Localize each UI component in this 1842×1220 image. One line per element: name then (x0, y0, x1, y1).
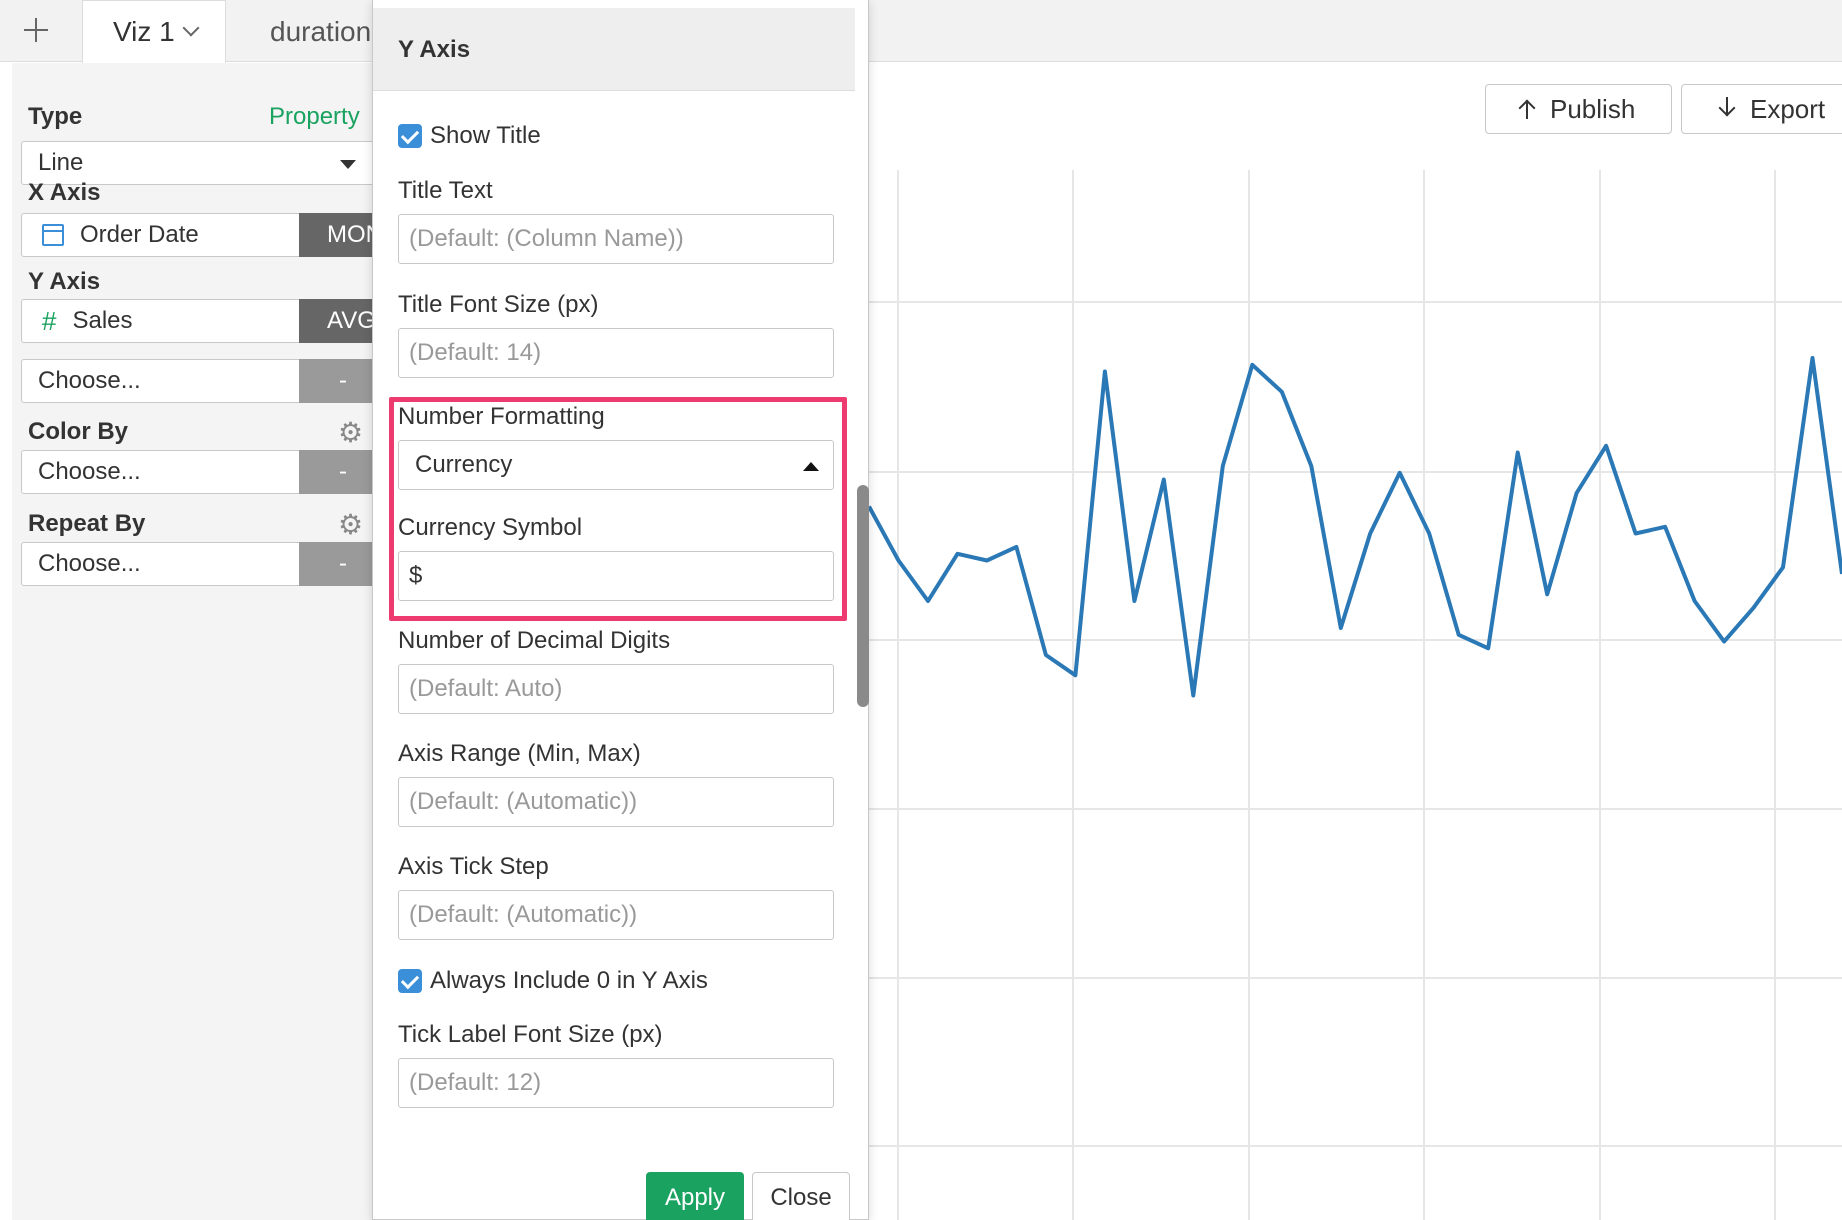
x-axis-label: X Axis (28, 179, 101, 206)
popover-header: Y Axis (373, 8, 855, 91)
y-axis-label: Y Axis (28, 268, 101, 295)
number-formatting-label: Number Formatting (398, 403, 605, 430)
export-button[interactable]: Export (1681, 84, 1842, 134)
series-line (867, 356, 1842, 698)
checkbox-checked-icon[interactable] (398, 124, 422, 148)
currency-symbol-input[interactable] (398, 551, 834, 601)
axis-range-input[interactable] (398, 777, 834, 827)
close-button[interactable]: Close (752, 1172, 850, 1220)
publish-button[interactable]: Publish (1485, 84, 1672, 134)
plus-icon[interactable] (20, 14, 52, 46)
tick-label-font-size-label: Tick Label Font Size (px) (398, 1021, 663, 1048)
repeat-by-label: Repeat By (28, 510, 146, 537)
repeat-by-field[interactable]: Choose... - (21, 542, 389, 586)
decimal-digits-input[interactable] (398, 664, 834, 714)
axis-range-label: Axis Range (Min, Max) (398, 740, 641, 767)
caret-up-icon (803, 462, 819, 471)
title-text-label: Title Text (398, 177, 493, 204)
number-formatting-select[interactable]: Currency (398, 440, 834, 490)
title-font-size-input[interactable] (398, 328, 834, 378)
gear-icon[interactable]: ⚙ (338, 508, 363, 541)
number-formatting-value: Currency (415, 451, 513, 478)
title-text-input[interactable] (398, 214, 834, 264)
x-axis-field[interactable]: Order Date MON (21, 213, 389, 257)
include-zero-checkbox[interactable]: Always Include 0 in Y Axis (398, 967, 708, 995)
hash-icon: # (42, 305, 57, 336)
color-by-value: Choose... (38, 458, 141, 485)
repeat-by-value: Choose... (38, 550, 141, 577)
tab-label: Viz 1 (113, 16, 175, 47)
tab-viz-1[interactable]: Viz 1 (82, 0, 226, 63)
show-title-label: Show Title (430, 122, 541, 149)
color-by-label: Color By (28, 418, 129, 445)
title-font-size-label: Title Font Size (px) (398, 291, 599, 318)
upload-icon (1516, 97, 1538, 121)
y2-field-placeholder: Choose... (38, 367, 141, 394)
chart-config-panel: Type Property Line X Axis Order Date MON… (12, 63, 389, 1220)
calendar-icon (42, 224, 64, 246)
tab-label: duration (270, 15, 372, 47)
y2-axis-field[interactable]: Choose... - (21, 359, 389, 403)
include-zero-label: Always Include 0 in Y Axis (430, 967, 708, 994)
popover-title: Y Axis (398, 36, 471, 63)
property-link[interactable]: Property (269, 103, 360, 131)
y-axis-field[interactable]: # Sales AVG (21, 299, 389, 343)
type-value: Line (38, 149, 84, 176)
scrollbar[interactable] (857, 485, 869, 707)
tab-bar: Viz 1 duration (0, 0, 1842, 63)
line-chart (860, 170, 1842, 1220)
tick-label-font-size-input[interactable] (398, 1058, 834, 1108)
caret-down-icon (340, 160, 356, 169)
axis-tick-step-input[interactable] (398, 890, 834, 940)
show-title-checkbox[interactable]: Show Title (398, 122, 541, 150)
gear-icon[interactable]: ⚙ (338, 416, 363, 449)
currency-symbol-label: Currency Symbol (398, 514, 583, 541)
axis-tick-step-label: Axis Tick Step (398, 853, 549, 880)
type-label: Type (28, 103, 83, 130)
color-by-field[interactable]: Choose... - (21, 450, 389, 494)
x-field-name: Order Date (80, 221, 199, 248)
download-icon (1716, 97, 1738, 121)
y-field-name: Sales (72, 307, 133, 334)
decimal-digits-label: Number of Decimal Digits (398, 627, 671, 654)
export-label: Export (1750, 93, 1826, 124)
tab-duration[interactable]: duration (240, 0, 380, 63)
apply-button[interactable]: Apply (646, 1172, 744, 1220)
app-window: Viz 1 duration Type Property Line X Axis… (0, 0, 1842, 1220)
y-axis-popover: Y Axis Show Title Title Text Title Font … (372, 0, 869, 1220)
chevron-down-icon[interactable] (182, 19, 200, 37)
checkbox-checked-icon[interactable] (398, 969, 422, 993)
publish-label: Publish (1550, 93, 1636, 124)
